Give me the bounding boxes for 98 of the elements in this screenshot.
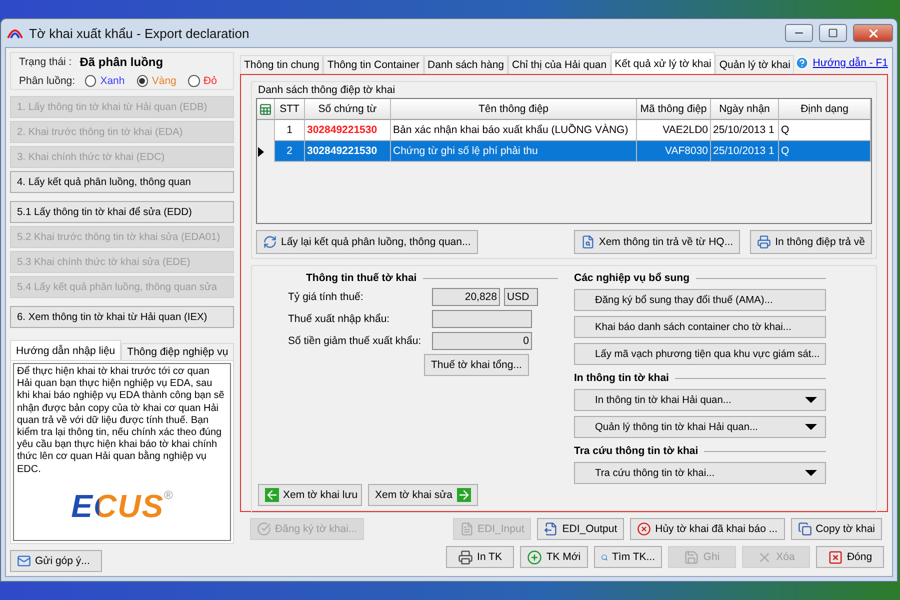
toolbar-button[interactable]: Tìm TK...: [594, 546, 662, 568]
field-label: Số tiền giảm thuế xuất khẩu:: [288, 335, 422, 347]
radio-button[interactable]: [85, 75, 96, 87]
save-icon: [684, 550, 700, 564]
document-search-icon: [580, 235, 595, 249]
table-cell: 1: [275, 120, 305, 141]
tab[interactable]: Danh sách hàng: [424, 55, 508, 74]
close-icon: [866, 26, 880, 40]
help-tab[interactable]: Thông điệp nghiệp vụ: [121, 343, 234, 360]
caret-icon: [805, 397, 817, 403]
toolbar-button[interactable]: TK Mới: [520, 546, 588, 568]
plus-icon: [527, 550, 542, 564]
cancel-icon: [637, 522, 652, 536]
document-export-icon: [544, 522, 558, 536]
table-cell: Chứng từ ghi số lệ phí phải thu: [391, 141, 637, 162]
table-cell: 302849221530: [305, 141, 391, 162]
refresh-icon: [263, 235, 277, 249]
option-button[interactable]: Khai báo danh sách container cho tờ khai...: [574, 316, 826, 338]
check-circle-icon: [257, 522, 271, 536]
column-header[interactable]: Tên thông điệp: [391, 99, 637, 120]
feedback-button[interactable]: Gửi góp ý...: [10, 550, 102, 572]
table-cell: Q: [779, 141, 871, 162]
field-label: Tỷ giá tính thuế:: [288, 291, 364, 303]
column-header[interactable]: STT: [275, 99, 305, 120]
action-button[interactable]: Copy tờ khai: [790, 518, 882, 540]
help-icon: [794, 56, 809, 70]
printer-icon: [757, 235, 772, 249]
option-button[interactable]: Lấy mã vạch phương tiện qua khu vực giám sát...: [574, 343, 826, 365]
close-button[interactable]: [853, 24, 893, 42]
message-button[interactable]: In thông điệp trả về: [750, 230, 872, 254]
envelope-icon: [17, 554, 31, 568]
column-header[interactable]: Định dạng: [779, 99, 871, 120]
tab[interactable]: Quản lý tờ khai: [715, 55, 794, 74]
message-button[interactable]: Lấy lại kết quả phân luồng, thông quan...: [256, 230, 478, 254]
section-title: Tra cứu thông tin tờ khai: [574, 445, 698, 457]
input-field[interactable]: 20,828: [432, 288, 500, 306]
printer-icon: [458, 550, 474, 564]
column-header[interactable]: Số chứng từ: [305, 99, 391, 120]
group-title: Danh sách thông điệp tờ khai: [257, 84, 396, 96]
radio-button[interactable]: [188, 75, 200, 87]
radio-button[interactable]: [136, 75, 148, 87]
help-text: Để thực hiện khai tờ khai trước tới cơ quan Hải quan bạn thực hiện nghiệp vụ EDA, sau khi khai báo nghiệp vụ EDA thành công bạn sẽ nhận được bản copy của tờ khai cơ quan Hải quan trả về với dữ liệu được tính thuế. Bạn kiểm tra lại thông tin, nếu chính xác theo đúng yêu cầu bạn thực hiện khai báo tờ khai chính thức lên cơ quan Hải quan bằng nghiệp vụ EDC.: [17, 366, 226, 476]
column-header[interactable]: Mã thông điệp: [637, 99, 711, 120]
nav-button[interactable]: Xem tờ khai sửa: [368, 484, 478, 506]
nav-button[interactable]: Xem tờ khai lưu: [258, 484, 362, 506]
dropdown-button[interactable]: In thông tin tờ khai Hải quan...: [574, 389, 826, 411]
tab[interactable]: Kết quả xử lý tờ khai: [610, 52, 716, 74]
caret-icon: [805, 470, 817, 476]
excel-export-icon[interactable]: [259, 102, 272, 116]
maximize-button[interactable]: [819, 24, 847, 42]
input-field[interactable]: [432, 310, 532, 328]
action-button[interactable]: Hủy tờ khai đã khai báo ...: [630, 518, 785, 540]
registered-mark: ®: [164, 488, 173, 502]
section-title: Thông tin thuế tờ khai: [306, 272, 417, 284]
toolbar-button[interactable]: Đóng: [816, 546, 884, 568]
section-title: Các nghiệp vụ bổ sung: [574, 272, 690, 284]
help-link[interactable]: Hướng dẫn - F1: [794, 56, 888, 70]
step-button[interactable]: 4. Lấy kết quả phân luồng, thông quan: [10, 171, 234, 193]
section-title: In thông tin tờ khai: [574, 372, 669, 384]
table-cell: Q: [779, 120, 871, 141]
table-cell: 2: [275, 141, 305, 162]
tab[interactable]: Chỉ thị của Hải quan: [508, 55, 611, 74]
radio-label: Đỏ: [204, 75, 217, 87]
table-cell: 25/10/2013 1: [711, 120, 779, 141]
message-button[interactable]: Xem thông tin trả về từ HQ...: [574, 230, 740, 254]
window-title: Tờ khai xuất khẩu - Export declaration: [29, 26, 250, 40]
copy-icon: [798, 522, 812, 536]
unit-field[interactable]: USD: [504, 288, 538, 306]
table-cell: Bản xác nhận khai báo xuất khẩu (LUỒNG VÀNG): [391, 120, 637, 141]
input-field[interactable]: 0: [432, 332, 532, 350]
tab[interactable]: Thông tin chung: [240, 55, 324, 74]
column-header[interactable]: Ngày nhận: [711, 99, 779, 120]
rainbow-logo-icon: [7, 27, 23, 39]
status-value: Đã phân luồng: [80, 55, 164, 69]
table-cell: 302849221530: [305, 120, 391, 141]
status-label: Trạng thái :: [19, 56, 72, 68]
dropdown-button[interactable]: Tra cứu thông tin tờ khai...: [574, 462, 826, 484]
tab[interactable]: Thông tin Container: [323, 55, 424, 74]
table-cell: VAF8030: [637, 141, 711, 162]
help-tab[interactable]: Hướng dẫn nhập liệu: [10, 340, 122, 360]
radio-label: Xanh: [100, 75, 125, 87]
minimize-button[interactable]: [785, 24, 813, 42]
action-button[interactable]: EDI_Output: [537, 518, 624, 540]
option-button[interactable]: Đăng ký bổ sung thay đổi thuế (AMA)...: [574, 289, 826, 311]
step-button[interactable]: 6. Xem thông tin tờ khai từ Hải quan (IEX): [10, 306, 234, 328]
dropdown-button[interactable]: Quản lý thông tin tờ khai Hải quan...: [574, 416, 826, 438]
radio-label: Vàng: [152, 75, 176, 87]
field-label: Thuế xuất nhập khẩu:: [288, 313, 391, 325]
document-icon: [460, 522, 474, 536]
step-button[interactable]: 5.1 Lấy thông tin tờ khai để sửa (EDD): [10, 201, 234, 223]
tax-button[interactable]: Thuế tờ khai tổng...: [424, 354, 529, 376]
toolbar-button[interactable]: In TK: [446, 546, 514, 568]
maximize-icon: [828, 28, 838, 38]
caret-icon: [805, 424, 817, 430]
table-cell: VAE2LD0: [637, 120, 711, 141]
close-icon: [828, 550, 843, 564]
lane-label: Phân luồng:: [19, 75, 76, 87]
table-cell: 25/10/2013 1: [711, 141, 779, 162]
